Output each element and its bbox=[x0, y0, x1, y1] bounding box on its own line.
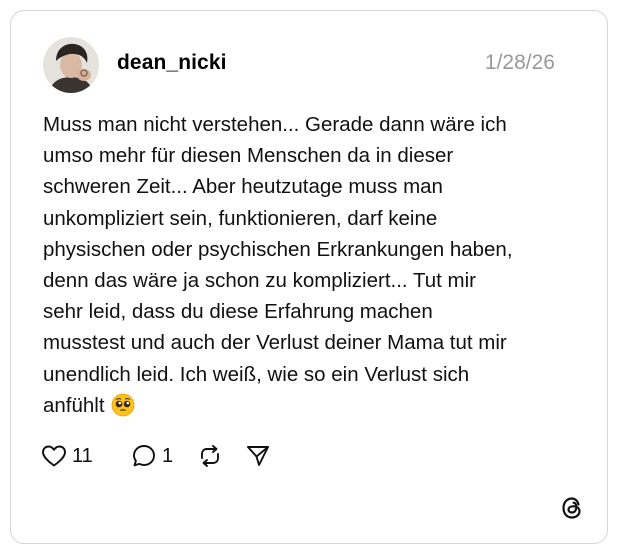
post-text-line: denn das wäre ja schon zu kompliziert...… bbox=[43, 269, 476, 293]
avatar-image bbox=[43, 37, 99, 93]
like-count: 11 bbox=[72, 444, 93, 467]
share-button[interactable] bbox=[245, 441, 271, 471]
post-text-line: sehr leid, dass du diese Erfahrung mache… bbox=[43, 300, 433, 324]
threads-logo-icon bbox=[559, 495, 585, 521]
post-text-line: Muss man nicht verstehen... Gerade dann … bbox=[43, 113, 507, 136]
post-text-line: umso mehr für diesen Menschen da in dies… bbox=[43, 144, 454, 168]
post-text-line: physischen oder psychischen Erkrankungen… bbox=[43, 237, 513, 261]
username[interactable]: dean_nicki bbox=[117, 51, 227, 75]
post-text-line: unkompliziert sein, funktionieren, darf … bbox=[43, 206, 438, 230]
post-text-line: musstest und auch der Verlust deiner Mam… bbox=[43, 331, 507, 355]
pleading-face-emoji bbox=[111, 393, 135, 417]
comment-icon bbox=[131, 443, 157, 469]
heart-icon bbox=[41, 444, 67, 468]
reply-count: 1 bbox=[162, 444, 174, 467]
like-button[interactable]: 11 bbox=[41, 441, 93, 471]
share-icon bbox=[245, 443, 271, 469]
repost-icon bbox=[197, 443, 223, 469]
post-text-line: unendlich leid. Ich weiß, wie so ein Ver… bbox=[43, 362, 470, 386]
avatar[interactable] bbox=[43, 37, 99, 93]
post-text-line: schweren Zeit... Aber heutzutage muss ma… bbox=[43, 175, 443, 199]
post-card: dean_nicki 1/28/26 Muss man nicht verste… bbox=[10, 10, 608, 544]
post-text: Muss man nicht verstehen... Gerade dann … bbox=[43, 109, 573, 421]
post-date: 1/28/26 bbox=[484, 51, 555, 74]
post-text-last-line: anfühlt bbox=[43, 390, 573, 421]
post-header: dean_nicki 1/28/26 bbox=[43, 37, 555, 93]
reply-button[interactable]: 1 bbox=[131, 441, 173, 471]
repost-button[interactable] bbox=[197, 441, 223, 471]
post-text-line: anfühlt bbox=[43, 393, 105, 417]
